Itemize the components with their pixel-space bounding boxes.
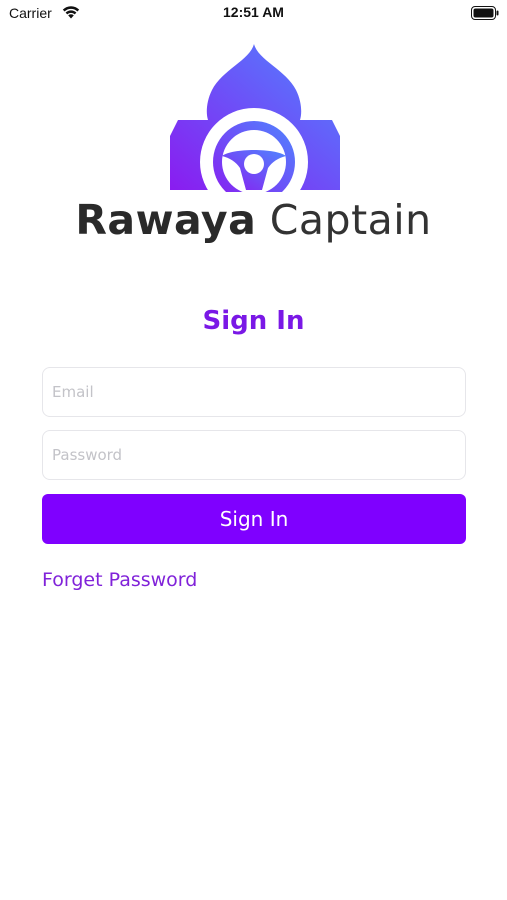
- brand-name-light: Captain: [256, 196, 432, 244]
- status-time: 12:51 AM: [223, 4, 284, 20]
- battery-icon: [471, 6, 499, 20]
- mosque-steering-wheel-logo: [170, 44, 340, 192]
- brand-name-bold: Rawaya: [75, 196, 257, 244]
- page-title: Sign In: [202, 306, 305, 336]
- email-field[interactable]: [42, 367, 466, 417]
- forget-password-link[interactable]: Forget Password: [42, 569, 197, 591]
- login-screen: Carrier 12:51 AM Rawaya Captain Sign In …: [0, 0, 507, 900]
- sign-in-button[interactable]: Sign In: [42, 494, 466, 544]
- status-bar: Carrier 12:51 AM: [0, 0, 507, 28]
- brand-name: Rawaya Captain: [0, 196, 507, 244]
- password-field[interactable]: [42, 430, 466, 480]
